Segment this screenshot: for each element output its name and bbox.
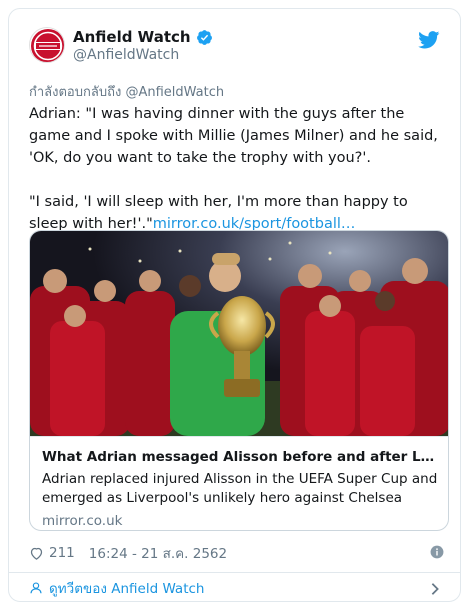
user-icon (30, 582, 42, 594)
view-profile-label[interactable]: ดูทวีตของ Anfield Watch (49, 577, 204, 599)
reply-to: กำลังตอบกลับถึง @AnfieldWatch (29, 81, 224, 102)
avatar[interactable] (29, 27, 65, 63)
handle[interactable]: @AnfieldWatch (73, 47, 213, 63)
view-profile-link[interactable]: ดูทวีตของ Anfield Watch (9, 572, 460, 603)
verified-badge-icon (196, 29, 212, 45)
display-name-text[interactable]: Anfield Watch (73, 28, 191, 46)
tweet-text: Adrian: "I was having dinner with the gu… (29, 103, 447, 235)
display-name[interactable]: Anfield Watch (73, 28, 213, 46)
tweet-header: Anfield Watch @AnfieldWatch (29, 27, 444, 71)
info-icon[interactable] (430, 545, 444, 559)
twitter-bird-icon[interactable] (418, 31, 440, 49)
card-title[interactable]: What Adrian messaged Alisson before and … (42, 447, 438, 467)
chevron-right-icon[interactable] (430, 582, 440, 596)
link-preview-card[interactable]: What Adrian messaged Alisson before and … (29, 230, 449, 531)
reply-to-prefix: กำลังตอบกลับถึง (29, 85, 122, 100)
tweet-footer: 211 16:24 - 21 ส.ค. 2562 (29, 543, 444, 563)
celebration-photo[interactable] (30, 231, 449, 436)
timestamp[interactable]: 16:24 - 21 ส.ค. 2562 (89, 542, 227, 564)
heart-icon[interactable] (29, 546, 44, 561)
card-description[interactable]: Adrian replaced injured Alisson in the U… (42, 470, 438, 508)
reply-to-mention[interactable]: @AnfieldWatch (125, 85, 224, 100)
card-domain[interactable]: mirror.co.uk (42, 513, 438, 529)
card-text[interactable]: What Adrian messaged Alisson before and … (30, 436, 448, 530)
like-count[interactable]: 211 (49, 545, 75, 561)
name-block[interactable]: Anfield Watch @AnfieldWatch (73, 28, 213, 63)
anfield-watch-logo (31, 29, 64, 62)
tweet-card: Anfield Watch @AnfieldWatch กำลังตอบกลับ… (8, 8, 461, 602)
tweet-paragraph-1: Adrian: "I was having dinner with the gu… (29, 106, 443, 166)
